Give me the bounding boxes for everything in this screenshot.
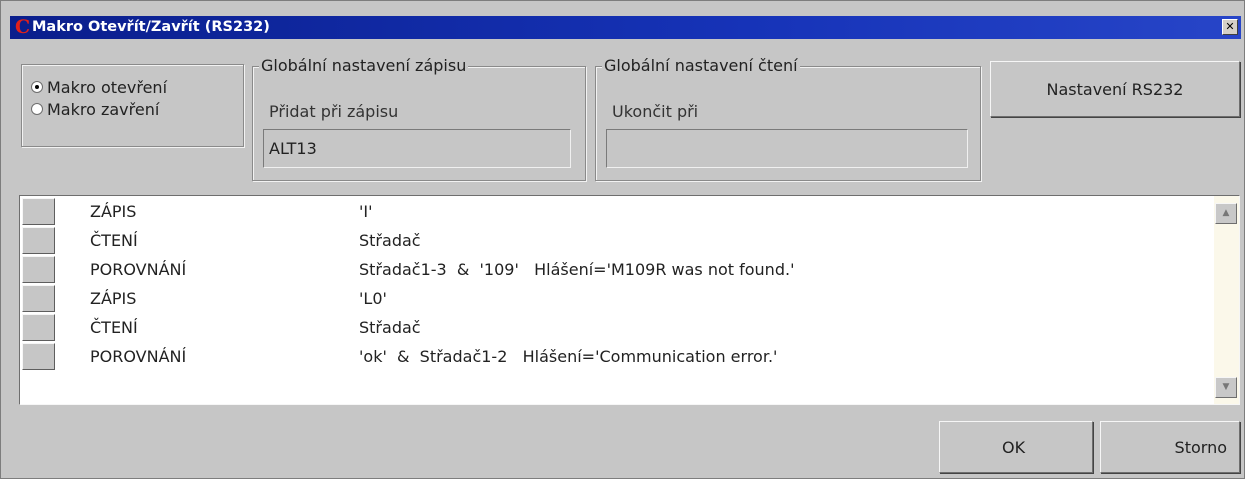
scroll-down-icon[interactable]: ▼ — [1215, 377, 1237, 398]
macro-steps-list[interactable]: ZÁPIS 'I' ČTENÍ Střadač POROVNÁNÍ Střada… — [19, 195, 1240, 405]
step-type: ZÁPIS — [90, 202, 137, 221]
step-param: 'ok' & Střadač1-2 Hlášení='Communication… — [359, 347, 778, 366]
row-handle[interactable] — [22, 343, 55, 370]
write-append-field[interactable]: ALT13 — [263, 129, 571, 168]
write-settings-group: Globální nastavení zápisu Přidat při záp… — [252, 55, 586, 181]
title-bar[interactable]: C Makro Otevřít/Zavřít (RS232) ✕ — [10, 16, 1241, 39]
step-type: ZÁPIS — [90, 289, 137, 308]
step-param: 'L0' — [359, 289, 387, 308]
list-item[interactable]: ZÁPIS 'I' — [20, 197, 1220, 226]
row-handle[interactable] — [22, 314, 55, 341]
row-handle[interactable] — [22, 198, 55, 225]
step-param: 'I' — [359, 202, 373, 221]
step-type: ČTENÍ — [90, 318, 138, 337]
step-type: POROVNÁNÍ — [90, 260, 187, 279]
row-handle[interactable] — [22, 256, 55, 283]
step-param: Střadač — [359, 318, 421, 337]
app-logo-icon: C — [15, 16, 31, 38]
radio-macro-open[interactable]: Makro otevření — [31, 77, 167, 97]
cancel-button[interactable]: Storno — [1100, 421, 1240, 473]
window-title: Makro Otevřít/Zavřít (RS232) — [32, 19, 270, 35]
group-legend: Globální nastavení čtení — [602, 55, 800, 77]
radio-macro-close[interactable]: Makro zavření — [31, 99, 159, 119]
row-handle[interactable] — [22, 285, 55, 312]
radio-label: Makro otevření — [47, 77, 168, 97]
row-handle[interactable] — [22, 227, 55, 254]
list-item[interactable]: ČTENÍ Střadač — [20, 313, 1220, 342]
read-settings-group: Globální nastavení čtení Ukončit při — [595, 55, 981, 181]
read-terminate-label: Ukončit při — [612, 102, 699, 121]
read-terminate-field[interactable] — [606, 129, 968, 168]
list-item[interactable]: POROVNÁNÍ Střadač1-3 & '109' Hlášení='M1… — [20, 255, 1220, 284]
radio-label: Makro zavření — [47, 99, 160, 119]
step-param: Střadač1-3 & '109' Hlášení='M109R was no… — [359, 260, 795, 279]
group-legend: Globální nastavení zápisu — [259, 55, 469, 77]
radio-unchecked-icon[interactable] — [31, 103, 43, 115]
step-param: Střadač — [359, 231, 421, 250]
macro-mode-panel: Makro otevření Makro zavření — [21, 64, 244, 147]
write-append-label: Přidat při zápisu — [269, 102, 399, 121]
step-type: ČTENÍ — [90, 231, 138, 250]
radio-checked-icon[interactable] — [31, 81, 43, 93]
step-type: POROVNÁNÍ — [90, 347, 187, 366]
list-item[interactable]: POROVNÁNÍ 'ok' & Střadač1-2 Hlášení='Com… — [20, 342, 1220, 371]
close-button[interactable]: ✕ — [1222, 19, 1238, 35]
list-item[interactable]: ZÁPIS 'L0' — [20, 284, 1220, 313]
list-item[interactable]: ČTENÍ Střadač — [20, 226, 1220, 255]
ok-button[interactable]: OK — [939, 421, 1093, 473]
dialog-window: C Makro Otevřít/Zavřít (RS232) ✕ Makro o… — [0, 0, 1245, 479]
scroll-up-icon[interactable]: ▲ — [1215, 203, 1237, 224]
vertical-scrollbar[interactable]: ▲ ▼ — [1214, 196, 1239, 404]
rs232-settings-button[interactable]: Nastavení RS232 — [990, 61, 1240, 117]
